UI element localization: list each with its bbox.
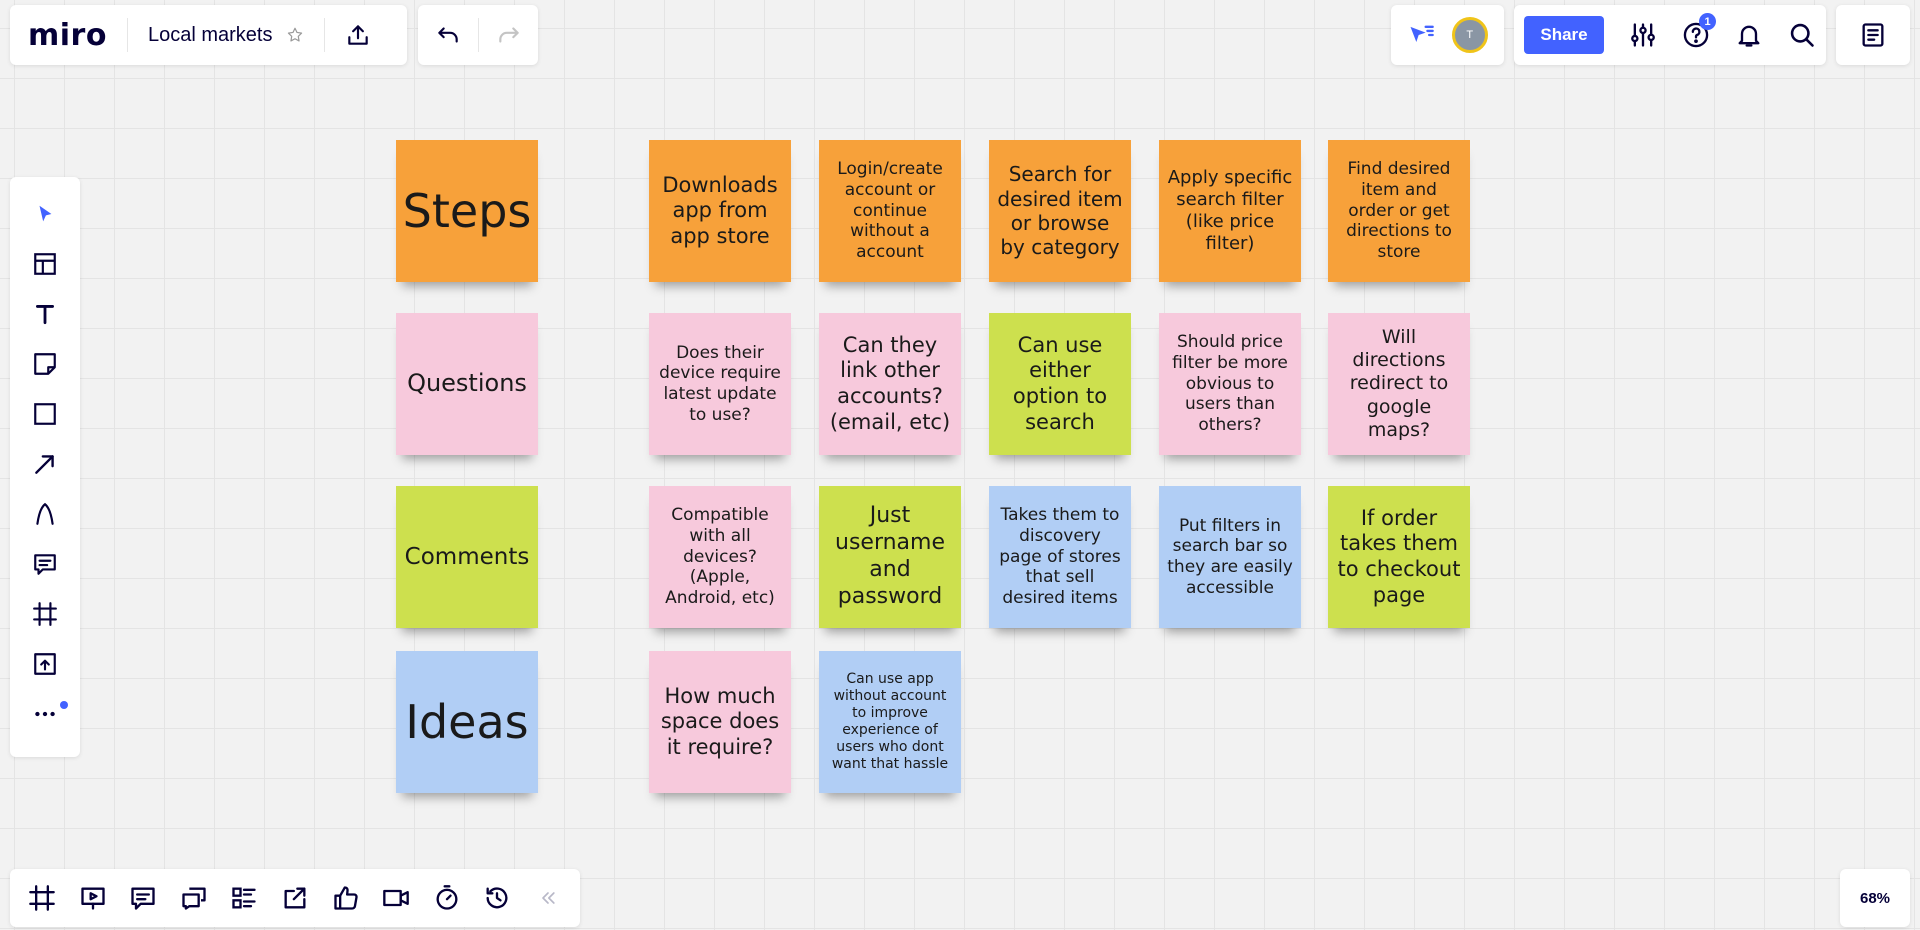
- sticky-note[interactable]: Can they link other accounts? (email, et…: [819, 313, 961, 455]
- frame-icon[interactable]: [10, 589, 80, 639]
- more-icon[interactable]: [10, 689, 80, 739]
- shape-icon[interactable]: [10, 389, 80, 439]
- sticky-note[interactable]: Put filters in search bar so they are ea…: [1159, 486, 1301, 628]
- collapse-icon[interactable]: [524, 874, 572, 922]
- pen-icon[interactable]: [10, 489, 80, 539]
- follow-pointer-icon[interactable]: [1407, 21, 1435, 49]
- divider: [126, 18, 128, 52]
- sticky-note[interactable]: Can use either option to search: [989, 313, 1131, 455]
- sticky-note-steps-header[interactable]: Steps: [396, 140, 538, 282]
- comments-icon[interactable]: [119, 874, 167, 922]
- sticky-note[interactable]: Just username and password: [819, 486, 961, 628]
- export-icon[interactable]: [345, 22, 371, 48]
- video-chat-icon[interactable]: [170, 874, 218, 922]
- notification-dot: [60, 701, 68, 709]
- history-controls: [418, 5, 538, 65]
- comment-icon[interactable]: [10, 539, 80, 589]
- miro-logo[interactable]: miro: [28, 18, 107, 53]
- sticky-note[interactable]: Will directions redirect to google maps?: [1328, 313, 1470, 455]
- sticky-note[interactable]: Downloads app from app store: [649, 140, 791, 282]
- presentation-icon[interactable]: [69, 874, 117, 922]
- sticky-note[interactable]: Login/create account or continue without…: [819, 140, 961, 282]
- settings-sliders-icon[interactable]: [1629, 21, 1657, 49]
- zoom-level[interactable]: 68%: [1840, 869, 1910, 927]
- frames-icon[interactable]: [18, 874, 66, 922]
- sticky-note[interactable]: Apply specific search filter (like price…: [1159, 140, 1301, 282]
- arrow-icon[interactable]: [10, 439, 80, 489]
- board-header: miro Local markets: [10, 5, 407, 65]
- board-title[interactable]: Local markets: [148, 24, 273, 47]
- board-actions: Share 1: [1514, 5, 1826, 65]
- collaborators-panel: T: [1391, 5, 1504, 65]
- sticky-note[interactable]: If order takes them to checkout page: [1328, 486, 1470, 628]
- redo-icon[interactable]: [496, 22, 522, 48]
- creation-toolbar: [10, 177, 80, 757]
- sticky-note[interactable]: Takes them to discovery page of stores t…: [989, 486, 1131, 628]
- text-icon[interactable]: [10, 289, 80, 339]
- star-icon[interactable]: [286, 26, 304, 44]
- avatar[interactable]: T: [1451, 17, 1488, 53]
- share-button[interactable]: Share: [1524, 16, 1604, 54]
- upload-icon[interactable]: [10, 639, 80, 689]
- search-icon[interactable]: [1788, 21, 1816, 49]
- undo-icon[interactable]: [435, 22, 461, 48]
- sticky-note-comments-header[interactable]: Comments: [396, 486, 538, 628]
- collaboration-toolbar: [10, 869, 580, 927]
- templates-icon[interactable]: [10, 239, 80, 289]
- sticky-note[interactable]: Should price filter be more obvious to u…: [1159, 313, 1301, 455]
- help-icon[interactable]: 1: [1682, 13, 1716, 49]
- notifications-bell-icon[interactable]: [1735, 21, 1763, 49]
- sticky-note[interactable]: Find desired item and order or get direc…: [1328, 140, 1470, 282]
- divider: [477, 18, 479, 52]
- sticky-note-icon[interactable]: [10, 339, 80, 389]
- divider: [324, 18, 326, 52]
- cards-icon[interactable]: [220, 874, 268, 922]
- sticky-note-ideas-header[interactable]: Ideas: [396, 651, 538, 793]
- sticky-note[interactable]: How much space does it require?: [649, 651, 791, 793]
- sticky-note[interactable]: Compatible with all devices? (Apple, And…: [649, 486, 791, 628]
- share-screen-icon[interactable]: [271, 874, 319, 922]
- sticky-note[interactable]: Can use app without account to improve e…: [819, 651, 961, 793]
- sticky-note-questions-header[interactable]: Questions: [396, 313, 538, 455]
- voting-icon[interactable]: [322, 874, 370, 922]
- history-icon[interactable]: [473, 874, 521, 922]
- select-icon[interactable]: [10, 189, 80, 239]
- board-notes-panel: [1836, 5, 1910, 65]
- notes-list-icon[interactable]: [1859, 21, 1887, 49]
- video-icon[interactable]: [372, 874, 420, 922]
- sticky-note[interactable]: Does their device require latest update …: [649, 313, 791, 455]
- timer-icon[interactable]: [423, 874, 471, 922]
- sticky-note[interactable]: Search for desired item or browse by cat…: [989, 140, 1131, 282]
- help-badge: 1: [1699, 13, 1716, 30]
